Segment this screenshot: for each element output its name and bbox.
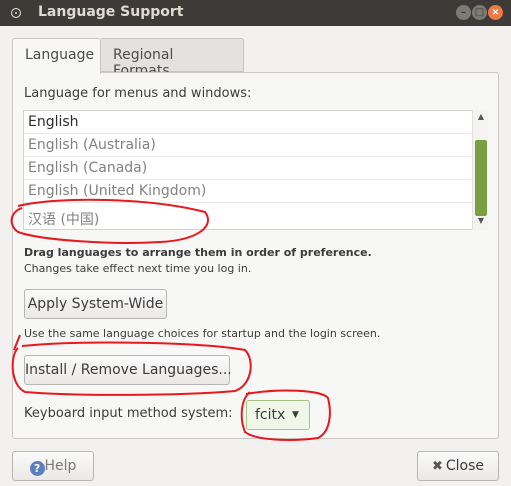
help-icon: ? bbox=[29, 461, 45, 476]
list-item[interactable]: 汉语 (中国) bbox=[24, 206, 472, 229]
help-label: Help bbox=[44, 458, 77, 474]
close-icon[interactable]: × bbox=[488, 5, 503, 20]
tab-language[interactable]: Language bbox=[12, 38, 101, 74]
close-button[interactable]: ✖ Close bbox=[417, 451, 499, 481]
help-button[interactable]: ? Help bbox=[12, 451, 94, 481]
language-list-heading: Language for menus and windows: bbox=[24, 86, 252, 101]
apply-hint: Use the same language choices for startu… bbox=[24, 327, 381, 340]
scroll-up-icon[interactable]: ▲ bbox=[473, 112, 489, 126]
list-item[interactable]: English (United Kingdom) bbox=[24, 180, 472, 203]
minimize-icon[interactable]: – bbox=[456, 5, 471, 20]
keyboard-input-label: Keyboard input method system: bbox=[24, 406, 233, 421]
maximize-icon[interactable]: □ bbox=[472, 5, 487, 20]
close-label: Close bbox=[445, 458, 485, 474]
language-list[interactable]: English English (Australia) English (Can… bbox=[23, 110, 488, 230]
list-item[interactable]: English bbox=[24, 111, 472, 134]
install-remove-languages-button[interactable]: Install / Remove Languages... bbox=[24, 355, 232, 385]
drag-hint: Drag languages to arrange them in order … bbox=[24, 246, 372, 259]
apply-system-wide-button[interactable]: Apply System-Wide bbox=[24, 289, 167, 319]
list-item[interactable]: English (Australia) bbox=[24, 134, 472, 157]
close-x-icon: ✖ bbox=[431, 459, 443, 474]
keyboard-input-value: fcitx bbox=[255, 407, 286, 423]
scroll-down-icon[interactable]: ▼ bbox=[473, 216, 489, 230]
language-list-scrollbar[interactable]: ▲ ▼ bbox=[472, 110, 488, 230]
window-title: Language Support bbox=[38, 4, 184, 20]
title-bar: Language Support – □ × bbox=[0, 0, 511, 26]
app-menu-icon[interactable] bbox=[11, 8, 21, 18]
tab-regional-formats[interactable]: Regional Formats bbox=[101, 38, 244, 79]
list-item[interactable]: English (Canada) bbox=[24, 157, 472, 180]
scroll-thumb[interactable] bbox=[475, 140, 487, 216]
keyboard-input-combo[interactable]: fcitx ▼ bbox=[246, 400, 310, 430]
dropdown-arrow-icon: ▼ bbox=[292, 410, 299, 420]
change-hint: Changes take effect next time you log in… bbox=[24, 262, 252, 275]
